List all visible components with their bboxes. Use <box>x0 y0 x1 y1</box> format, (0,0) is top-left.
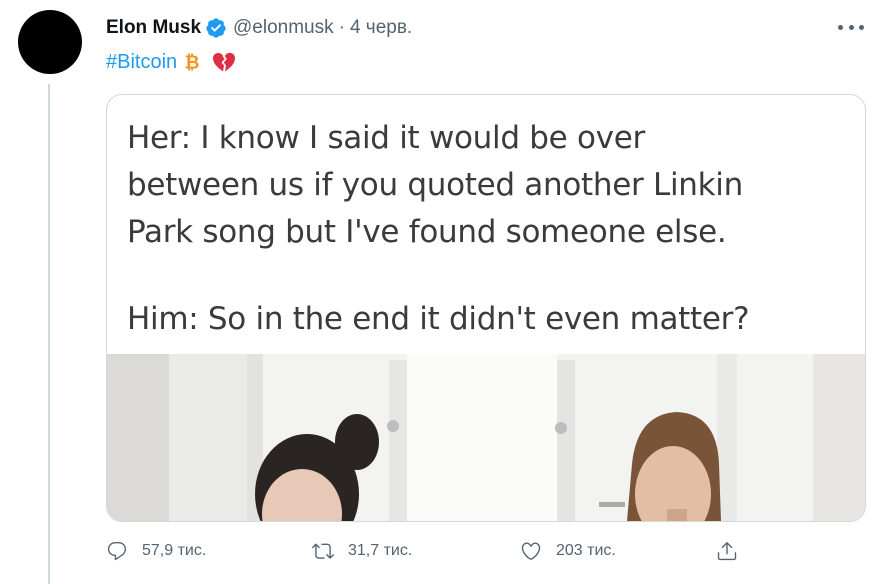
meme-line: between us if you quoted another Linkin <box>127 167 743 203</box>
bitcoin-icon: ₿ <box>185 52 200 73</box>
verified-badge-icon <box>206 18 226 38</box>
like-icon <box>521 542 541 560</box>
meme-text: Her: I know I said it would be over betw… <box>127 115 847 343</box>
tweet-text: #Bitcoin ₿ <box>106 47 237 77</box>
thread-line <box>48 84 50 584</box>
tweet-header: Elon Musk @elonmusk · 4 черв. <box>106 14 412 42</box>
photo-scene <box>107 354 865 521</box>
meme-line: Her: I know I said it would be over <box>127 120 645 156</box>
tweet-media-image[interactable]: Her: I know I said it would be over betw… <box>106 94 866 522</box>
tweet-actions: 57,9 тис. 31,7 тис. 203 тис. <box>106 540 746 570</box>
broken-heart-icon <box>213 52 236 72</box>
svg-text:₿: ₿ <box>185 52 200 73</box>
tweet-timestamp[interactable]: 4 черв. <box>350 17 412 39</box>
retweet-button[interactable]: 31,7 тис. <box>312 540 412 562</box>
reply-icon <box>107 542 127 561</box>
retweet-count: 31,7 тис. <box>348 542 413 559</box>
separator-dot: · <box>338 17 345 38</box>
meme-photo <box>107 354 865 521</box>
meme-line: Park song but I've found someone else. <box>127 214 727 250</box>
author-handle[interactable]: @elonmusk <box>233 17 334 39</box>
like-button[interactable]: 203 тис. <box>520 540 616 562</box>
hashtag-link[interactable]: #Bitcoin <box>106 51 177 74</box>
dot <box>859 24 864 30</box>
dot <box>848 24 854 30</box>
reply-button[interactable]: 57,9 тис. <box>106 540 206 562</box>
dot <box>838 24 843 30</box>
author-name[interactable]: Elon Musk <box>106 17 201 39</box>
reply-count: 57,9 тис. <box>142 542 207 559</box>
avatar[interactable] <box>18 10 82 74</box>
share-icon <box>717 542 737 561</box>
more-options-icon[interactable] <box>834 16 868 38</box>
share-button[interactable] <box>716 540 752 562</box>
retweet-icon <box>312 543 334 559</box>
like-count: 203 тис. <box>556 542 616 559</box>
meme-line: Him: So in the end it didn't even matter… <box>127 301 750 337</box>
